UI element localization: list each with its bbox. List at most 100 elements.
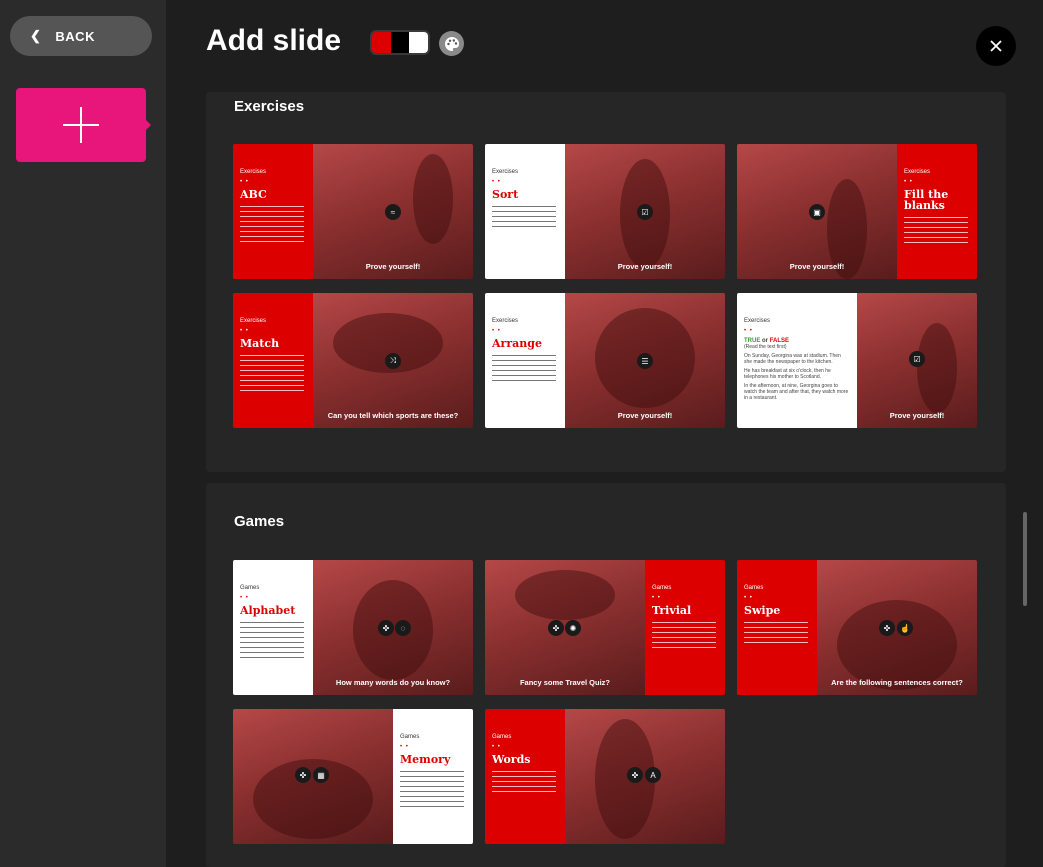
card-text-panel: Exercises • • Arrange <box>485 293 565 428</box>
shuffle-icon: ⤨ <box>385 353 401 369</box>
card-name: Arrange <box>492 337 542 350</box>
statement-2: He has breakfast at six o'clock, then he… <box>744 368 831 380</box>
card-name: Swipe <box>744 604 781 617</box>
card-photo: ☰ Prove yourself! <box>565 293 725 428</box>
statement-3: In the afternoon, at nine, Georgina goes… <box>744 383 849 401</box>
card-caption: Are the following sentences correct? <box>831 678 963 687</box>
check-icon: ☑ <box>909 351 925 367</box>
template-card-arrange[interactable]: Exercises • • Arrange ☰ Prove yourself! <box>485 293 725 428</box>
grid-icon: ▦ <box>313 767 329 783</box>
card-dots: • • <box>492 744 501 750</box>
card-body-lines <box>240 622 304 662</box>
card-body-lines <box>240 355 304 395</box>
card-text-panel: Games • • Trivial <box>645 560 725 695</box>
template-card-fill-the-blanks[interactable]: ▣ Prove yourself! Exercises • • Fill the… <box>737 144 977 279</box>
template-card-words[interactable]: Games • • Words ✜ A <box>485 709 725 844</box>
card-kicker: Exercises <box>492 318 519 324</box>
card-photo: ✜ ◌ How many words do you know? <box>313 560 473 695</box>
card-dots: • • <box>744 328 753 334</box>
card-name: Alphabet <box>240 604 296 617</box>
gamepad-icon: ✜ <box>879 620 895 636</box>
card-photo: ≈ Prove yourself! <box>313 144 473 279</box>
template-card-memory[interactable]: ✜ ▦ Games • • Memory <box>233 709 473 844</box>
new-slide-thumbnail[interactable] <box>16 88 151 162</box>
card-kicker: Exercises <box>744 318 771 324</box>
card-name: ABC <box>240 188 267 201</box>
card-dots: • • <box>744 595 753 601</box>
card-caption: Fancy some Travel Quiz? <box>519 678 611 687</box>
card-body-lines <box>744 622 808 647</box>
card-name: Match <box>240 337 280 350</box>
back-button[interactable]: ❮ BACK <box>10 16 152 56</box>
swatch-black <box>390 32 410 53</box>
close-icon <box>990 40 1002 52</box>
card-dots: • • <box>652 595 661 601</box>
check-icon: ☑ <box>637 204 653 220</box>
close-button[interactable] <box>976 26 1016 66</box>
card-kicker: Exercises <box>240 169 267 175</box>
card-body-lines <box>904 217 968 247</box>
palette-button[interactable] <box>439 31 464 56</box>
letter-icon: A <box>645 767 661 783</box>
card-text-panel: Exercises • • TRUE or FALSE (Read the te… <box>737 293 857 428</box>
card-photo: ☑ Prove yourself! <box>565 144 725 279</box>
card-photo: ▣ Prove yourself! <box>737 144 897 279</box>
card-text-panel: Exercises • • Match <box>233 293 313 428</box>
trivia-wheel-icon: ✺ <box>565 620 581 636</box>
swipe-hand-icon: ☝ <box>897 620 913 636</box>
card-kicker: Games <box>492 734 512 740</box>
alphabet-wheel-icon: ◌ <box>395 620 411 636</box>
gamepad-icon: ✜ <box>295 767 311 783</box>
card-text-panel: Games • • Swipe <box>737 560 817 695</box>
chevron-left-icon: ❮ <box>30 28 42 43</box>
card-body-lines <box>492 355 556 385</box>
card-dots: • • <box>240 328 249 334</box>
card-body-lines <box>492 771 556 796</box>
card-dots: • • <box>492 328 501 334</box>
card-text-panel: Games • • Words <box>485 709 565 844</box>
card-caption: Prove yourself! <box>889 411 945 420</box>
true-false-subtitle: (Read the text first) <box>744 344 787 350</box>
card-dots: • • <box>240 595 249 601</box>
sidebar: ❮ BACK <box>0 0 166 867</box>
card-kicker: Games <box>400 734 420 740</box>
card-photo: ✜ A <box>565 709 725 844</box>
plus-icon-vertical <box>80 107 82 143</box>
card-caption: How many words do you know? <box>335 678 451 687</box>
games-section-title: Games <box>234 513 285 530</box>
card-kicker: Exercises <box>904 169 931 175</box>
card-name: Sort <box>492 188 519 201</box>
exercises-section: Exercises Exercises • • ABC ≈ Prove your… <box>206 92 1006 472</box>
main-panel: Add slide Exercises Exercises • • ABC ≈ … <box>166 0 1043 867</box>
card-kicker: Games <box>744 585 764 591</box>
template-card-true-or-false[interactable]: Exercises • • TRUE or FALSE (Read the te… <box>737 293 977 428</box>
card-name: Words <box>492 753 531 766</box>
card-text-panel: Games • • Alphabet <box>233 560 313 695</box>
back-label: BACK <box>55 28 95 44</box>
gamepad-icon: ✜ <box>548 620 564 636</box>
card-text-panel: Exercises • • Fill the blanks <box>897 144 977 279</box>
template-card-match[interactable]: Exercises • • Match ⤨ Can you tell which… <box>233 293 473 428</box>
card-body-lines <box>240 206 304 246</box>
template-card-swipe[interactable]: Games • • Swipe ✜ ☝ Are the following se… <box>737 560 977 695</box>
card-photo: ⤨ Can you tell which sports are these? <box>313 293 473 428</box>
card-photo: ✜ ▦ <box>233 709 393 844</box>
template-card-alphabet[interactable]: Games • • Alphabet ✜ ◌ How many words do… <box>233 560 473 695</box>
palette-icon <box>444 36 459 51</box>
card-caption: Prove yourself! <box>617 262 673 271</box>
template-card-sort[interactable]: Exercises • • Sort ☑ Prove yourself! <box>485 144 725 279</box>
template-card-trivial[interactable]: ✜ ✺ Fancy some Travel Quiz? Games • • Tr… <box>485 560 725 695</box>
template-card-abc[interactable]: Exercises • • ABC ≈ Prove yourself! <box>233 144 473 279</box>
chart-icon: ≈ <box>385 204 401 220</box>
card-body-lines <box>652 622 716 652</box>
card-caption: Prove yourself! <box>617 411 673 420</box>
card-caption: Prove yourself! <box>789 262 845 271</box>
gamepad-icon: ✜ <box>627 767 643 783</box>
card-body-lines <box>400 771 464 811</box>
card-dots: • • <box>240 179 249 185</box>
card-photo: ✜ ☝ Are the following sentences correct? <box>817 560 977 695</box>
scrollbar-thumb[interactable] <box>1023 512 1027 606</box>
games-section: Games Games • • Alphabet ✜ ◌ How many wo… <box>206 483 1006 867</box>
color-scheme-swatch[interactable] <box>370 30 430 55</box>
exercises-section-title: Exercises <box>234 98 305 115</box>
